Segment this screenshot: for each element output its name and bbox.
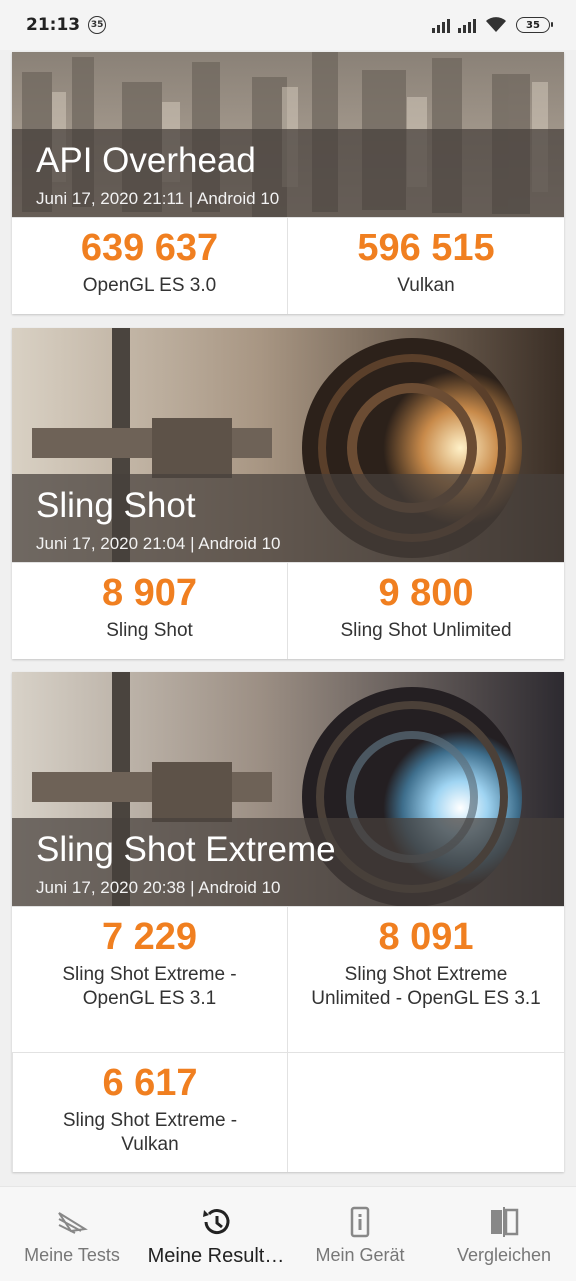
score-label: Sling Shot Extreme Unlimited - OpenGL ES… bbox=[311, 964, 541, 1009]
score-value: 639 637 bbox=[80, 227, 219, 269]
empty-result-cell bbox=[287, 1052, 564, 1172]
result-cell: 7 229 Sling Shot Extreme - OpenGL ES 3.1 bbox=[12, 906, 287, 1052]
card-subtitle: Juni 17, 2020 21:04 | Android 10 bbox=[36, 534, 281, 553]
result-card-sling-shot-extreme[interactable]: Sling Shot Extreme Juni 17, 2020 20:38 |… bbox=[12, 672, 564, 1172]
nav-label: Meine Result… bbox=[147, 1245, 285, 1267]
wifi-icon bbox=[486, 17, 506, 32]
nav-mein-geraet[interactable]: Mein Gerät bbox=[288, 1187, 432, 1281]
battery-icon: 35 bbox=[516, 17, 553, 33]
score-label: OpenGL ES 3.0 bbox=[82, 275, 217, 296]
score-value: 8 091 bbox=[378, 916, 474, 958]
history-icon bbox=[203, 1209, 230, 1235]
score-label: Sling Shot bbox=[106, 620, 193, 641]
card-title: API Overhead bbox=[36, 141, 256, 180]
card-title: Sling Shot bbox=[36, 486, 196, 525]
nav-meine-resultate[interactable]: Meine Result… bbox=[144, 1187, 288, 1281]
status-bar: 21:13 35 35 bbox=[0, 0, 576, 50]
result-cell: 8 907 Sling Shot bbox=[12, 562, 287, 659]
bottom-navigation: Meine Tests Meine Result… Mein Gerät Ver… bbox=[0, 1186, 576, 1281]
clock: 21:13 bbox=[26, 15, 81, 35]
card-hero: API Overhead Juni 17, 2020 21:11 | Andro… bbox=[12, 52, 564, 217]
score-value: 8 907 bbox=[101, 572, 198, 614]
score-label: Sling Shot Extreme - OpenGL ES 3.1 bbox=[62, 964, 237, 1009]
result-card-sling-shot[interactable]: Sling Shot Juni 17, 2020 21:04 | Android… bbox=[12, 328, 564, 659]
score-label: Vulkan bbox=[397, 275, 455, 296]
card-title: Sling Shot Extreme bbox=[36, 830, 336, 869]
compare-icon bbox=[491, 1207, 519, 1237]
score-value: 6 617 bbox=[102, 1062, 198, 1104]
device-info-icon bbox=[350, 1206, 370, 1238]
card-hero: Sling Shot Juni 17, 2020 21:04 | Android… bbox=[12, 328, 564, 562]
signal-icon bbox=[432, 17, 450, 33]
nav-meine-tests[interactable]: Meine Tests bbox=[0, 1187, 144, 1281]
result-cell: 6 617 Sling Shot Extreme - Vulkan bbox=[12, 1052, 287, 1172]
signal-icon-2 bbox=[458, 17, 476, 33]
notification-badge-icon: 35 bbox=[88, 16, 107, 34]
nav-label: Meine Tests bbox=[24, 1245, 120, 1265]
score-label: Sling Shot Unlimited bbox=[340, 620, 512, 641]
nav-label: Vergleichen bbox=[456, 1245, 552, 1265]
result-cell: 8 091 Sling Shot Extreme Unlimited - Ope… bbox=[287, 906, 564, 1052]
card-subtitle: Juni 17, 2020 21:11 | Android 10 bbox=[36, 189, 280, 208]
result-cell: 639 637 OpenGL ES 3.0 bbox=[12, 217, 287, 314]
score-value: 9 800 bbox=[378, 572, 474, 614]
result-cell: 596 515 Vulkan bbox=[287, 217, 564, 314]
nav-vergleichen[interactable]: Vergleichen bbox=[432, 1187, 576, 1281]
result-card-api-overhead[interactable]: API Overhead Juni 17, 2020 21:11 | Andro… bbox=[12, 52, 564, 314]
score-value: 7 229 bbox=[101, 916, 198, 958]
3dmark-logo-icon bbox=[58, 1212, 88, 1234]
score-label: Sling Shot Extreme - Vulkan bbox=[62, 1110, 238, 1155]
card-hero: Sling Shot Extreme Juni 17, 2020 20:38 |… bbox=[12, 672, 564, 906]
nav-label: Mein Gerät bbox=[315, 1245, 405, 1265]
card-subtitle: Juni 17, 2020 20:38 | Android 10 bbox=[36, 878, 281, 897]
result-cell: 9 800 Sling Shot Unlimited bbox=[287, 562, 564, 659]
score-value: 596 515 bbox=[357, 227, 495, 269]
